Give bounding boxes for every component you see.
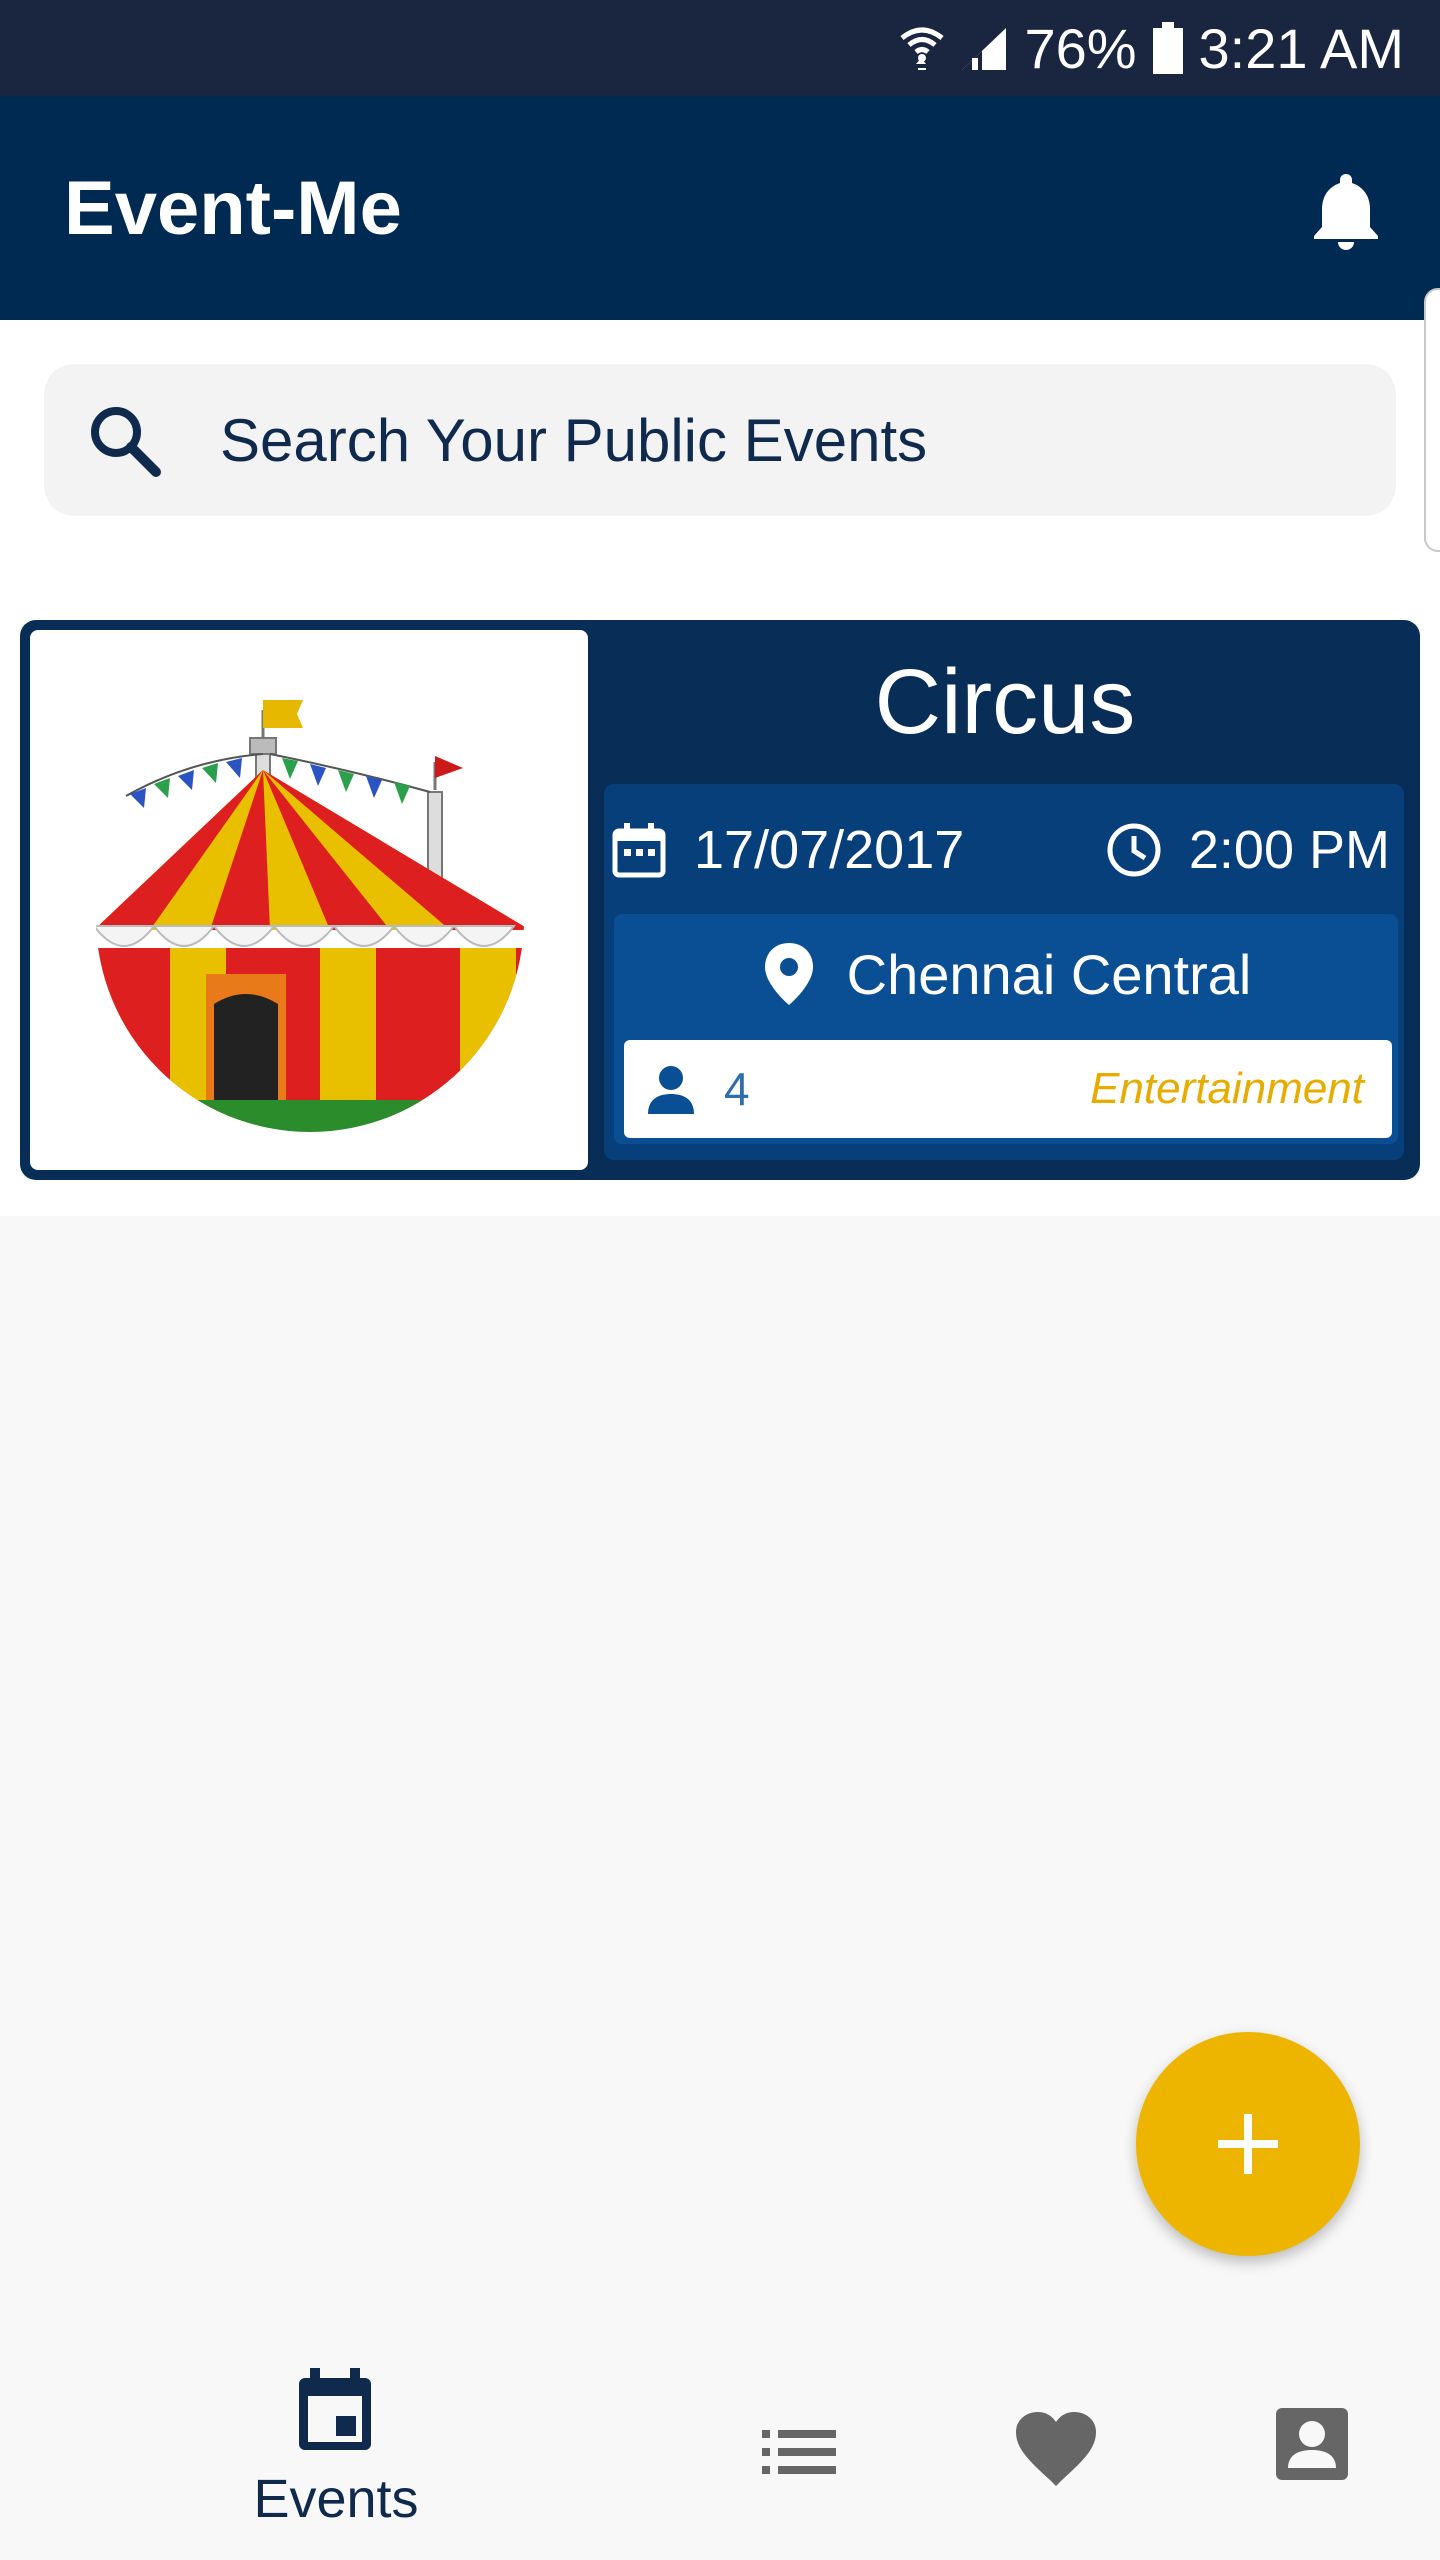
- nav-favorites[interactable]: [1014, 2410, 1098, 2488]
- battery-percent: 76%: [1024, 16, 1137, 80]
- location-line: Chennai Central: [614, 924, 1398, 1024]
- event-card[interactable]: Circus 17/07/2017 2:00 PM Chennai Centra…: [20, 620, 1420, 1180]
- event-location: Chennai Central 4 Entertainment: [614, 914, 1398, 1144]
- profile-icon: [1276, 2408, 1348, 2480]
- event-title: Circus: [874, 650, 1136, 753]
- nav-events[interactable]: Events: [224, 2368, 448, 2538]
- search-bar[interactable]: [44, 364, 1396, 516]
- list-icon: [762, 2430, 836, 2474]
- status-time: 3:21 AM: [1198, 16, 1404, 80]
- battery-icon: [1152, 22, 1183, 74]
- event-date: 17/07/2017: [610, 812, 964, 888]
- clock-icon: [1107, 823, 1161, 877]
- status-bar: 76% 3:21 AM: [0, 0, 1440, 96]
- calendar-icon: [299, 2368, 371, 2450]
- event-time: 2:00 PM: [1105, 812, 1390, 888]
- app-title: Event-Me: [64, 165, 402, 251]
- signal-icon: [962, 28, 1007, 70]
- status-indicators: 76% 3:21 AM: [900, 0, 1404, 96]
- event-time-text: 2:00 PM: [1188, 820, 1390, 880]
- wifi-icon: [900, 27, 944, 70]
- search-icon[interactable]: [86, 402, 162, 478]
- event-meta: 4 Entertainment: [624, 1040, 1392, 1138]
- search-input[interactable]: [220, 364, 1360, 516]
- circus-tent-image: [96, 700, 524, 1132]
- nav-events-label: Events: [253, 2469, 419, 2529]
- event-list: Circus 17/07/2017 2:00 PM Chennai Centra…: [0, 560, 1440, 1216]
- event-details: 17/07/2017 2:00 PM Chennai Central 4 Ent…: [604, 784, 1404, 1160]
- nav-list[interactable]: [760, 2416, 838, 2488]
- person-icon: [648, 1066, 694, 1114]
- heart-icon: [1016, 2412, 1096, 2486]
- calendar-icon: [612, 823, 666, 878]
- bottom-navigation: Events: [0, 2330, 1440, 2560]
- add-event-button[interactable]: [1136, 2032, 1360, 2256]
- bell-icon[interactable]: [1308, 170, 1384, 250]
- attendee-count: 4: [724, 1063, 750, 1115]
- event-location-text: Chennai Central: [846, 942, 1252, 1006]
- side-drawer-handle[interactable]: [1424, 288, 1440, 552]
- event-date-text: 17/07/2017: [694, 820, 965, 880]
- app-bar: Event-Me: [0, 96, 1440, 320]
- nav-profile[interactable]: [1274, 2406, 1350, 2482]
- plus-icon: [1218, 2114, 1278, 2174]
- search-section: [0, 320, 1440, 560]
- location-pin-icon: [764, 943, 813, 1005]
- event-image: [30, 630, 588, 1170]
- event-category: Entertainment: [1090, 1064, 1364, 1113]
